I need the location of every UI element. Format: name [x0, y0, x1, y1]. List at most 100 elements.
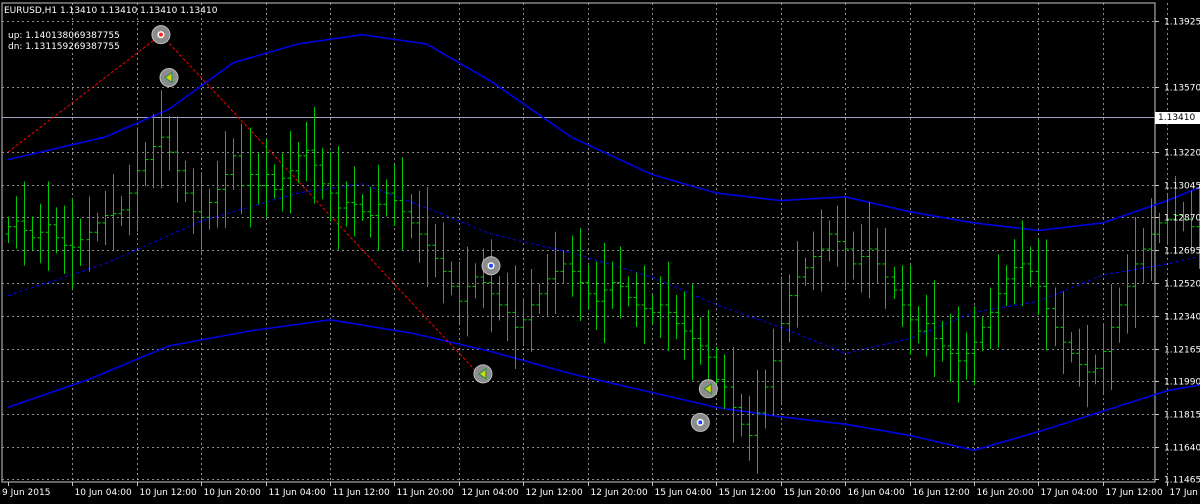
- candle: [594, 262, 600, 330]
- candle: [111, 174, 117, 251]
- candle: [473, 263, 479, 298]
- candle: [618, 247, 624, 319]
- candle: [948, 314, 954, 382]
- x-tick-label: 12 Jun 04:00: [462, 488, 519, 498]
- y-tick-label: 1.13045: [1164, 182, 1200, 192]
- candle: [167, 116, 173, 171]
- candle: [151, 114, 157, 188]
- candle: [1101, 323, 1107, 394]
- candle: [1036, 239, 1042, 315]
- x-tick-label: 10 Jun 20:00: [204, 488, 261, 498]
- candle: [642, 265, 648, 344]
- x-tick-label: 17 Jun 04:00: [1041, 488, 1098, 498]
- candle: [1125, 254, 1131, 333]
- candle: [489, 239, 495, 332]
- candle: [360, 194, 366, 220]
- chart-area[interactable]: 1.139251.135701.132201.130451.128701.126…: [0, 0, 1200, 500]
- candle: [175, 116, 181, 202]
- axes: 1.139251.135701.132201.130451.128701.126…: [2, 18, 1200, 499]
- x-tick-label: 16 Jun 12:00: [913, 488, 970, 498]
- x-tick-label: 16 Jun 20:00: [977, 488, 1034, 498]
- candle: [119, 196, 125, 226]
- candle: [731, 347, 737, 442]
- candle: [215, 161, 221, 228]
- candle: [1004, 265, 1010, 306]
- candle: [207, 189, 213, 230]
- signal-marker: [474, 365, 492, 383]
- candle: [143, 142, 149, 186]
- y-tick-label: 1.12695: [1164, 247, 1200, 257]
- x-tick-label: 10 Jun 12:00: [140, 488, 197, 498]
- candle: [610, 261, 616, 308]
- candle: [1012, 239, 1018, 304]
- price-chart: 1.139251.135701.132201.130451.128701.126…: [0, 0, 1200, 500]
- candle: [1077, 329, 1083, 387]
- chart-header: EURUSD,H1 1.13410 1.13410 1.13410 1.1341…: [4, 6, 217, 17]
- x-tick-label: 12 Jun 20:00: [591, 488, 648, 498]
- candle: [368, 187, 374, 238]
- candle: [87, 196, 93, 271]
- up-level-label: up: 1.140138069387755: [8, 31, 120, 42]
- candle: [706, 310, 712, 389]
- candle: [1093, 355, 1099, 385]
- y-tick-label: 1.13220: [1164, 149, 1200, 159]
- candle: [658, 276, 664, 337]
- y-tick-label: 1.12870: [1164, 214, 1200, 224]
- candle: [352, 167, 358, 237]
- candle: [755, 370, 761, 474]
- candle: [843, 198, 849, 287]
- candle: [875, 228, 881, 283]
- candle: [320, 148, 326, 200]
- x-tick-label: 15 Jun 12:00: [719, 488, 776, 498]
- candle: [239, 124, 245, 215]
- candle: [602, 243, 608, 343]
- y-tick-label: 1.11465: [1164, 476, 1200, 486]
- upper-band: [8, 35, 1200, 231]
- candle: [924, 295, 930, 356]
- signal-markers: [152, 26, 1200, 432]
- candle: [22, 181, 28, 265]
- candle: [859, 224, 865, 292]
- x-tick-label: 15 Jun 20:00: [784, 488, 841, 498]
- candle: [70, 198, 76, 289]
- candle: [586, 265, 592, 309]
- candle: [328, 152, 334, 222]
- candle: [376, 165, 382, 251]
- candle: [127, 165, 133, 236]
- candle: [272, 164, 278, 198]
- candle: [95, 213, 101, 241]
- candle: [964, 332, 970, 379]
- candle: [1069, 332, 1075, 362]
- candle: [553, 232, 559, 314]
- candle: [417, 191, 423, 263]
- candle: [827, 220, 833, 261]
- candle: [883, 228, 889, 309]
- candle: [159, 90, 165, 188]
- candle: [38, 204, 44, 263]
- candle: [1085, 325, 1091, 407]
- x-tick-label: 9 Jun 2015: [2, 488, 50, 498]
- candle: [344, 181, 350, 227]
- candle: [900, 265, 906, 327]
- candle: [497, 276, 503, 320]
- candle: [537, 284, 543, 314]
- signal-dot-core: [159, 33, 163, 37]
- candle: [1044, 239, 1050, 350]
- candle: [1141, 228, 1147, 283]
- candle: [312, 107, 318, 204]
- candle: [1061, 291, 1067, 374]
- y-tick-label: 1.13925: [1164, 18, 1200, 28]
- candle: [739, 394, 745, 437]
- current-price-marker: 1.13410: [1155, 112, 1200, 124]
- y-tick-label: 1.12340: [1164, 313, 1200, 323]
- candle: [972, 306, 978, 385]
- x-tick-label: 17 Jun 20:00: [1170, 488, 1200, 498]
- candle: [46, 182, 52, 271]
- candle: [561, 250, 567, 283]
- candle: [248, 128, 254, 228]
- candle: [465, 247, 471, 337]
- x-tick-label: 15 Jun 04:00: [655, 488, 712, 498]
- y-tick-label: 1.12520: [1164, 280, 1200, 290]
- signal-marker: [160, 69, 178, 87]
- x-tick-label: 16 Jun 04:00: [848, 488, 905, 498]
